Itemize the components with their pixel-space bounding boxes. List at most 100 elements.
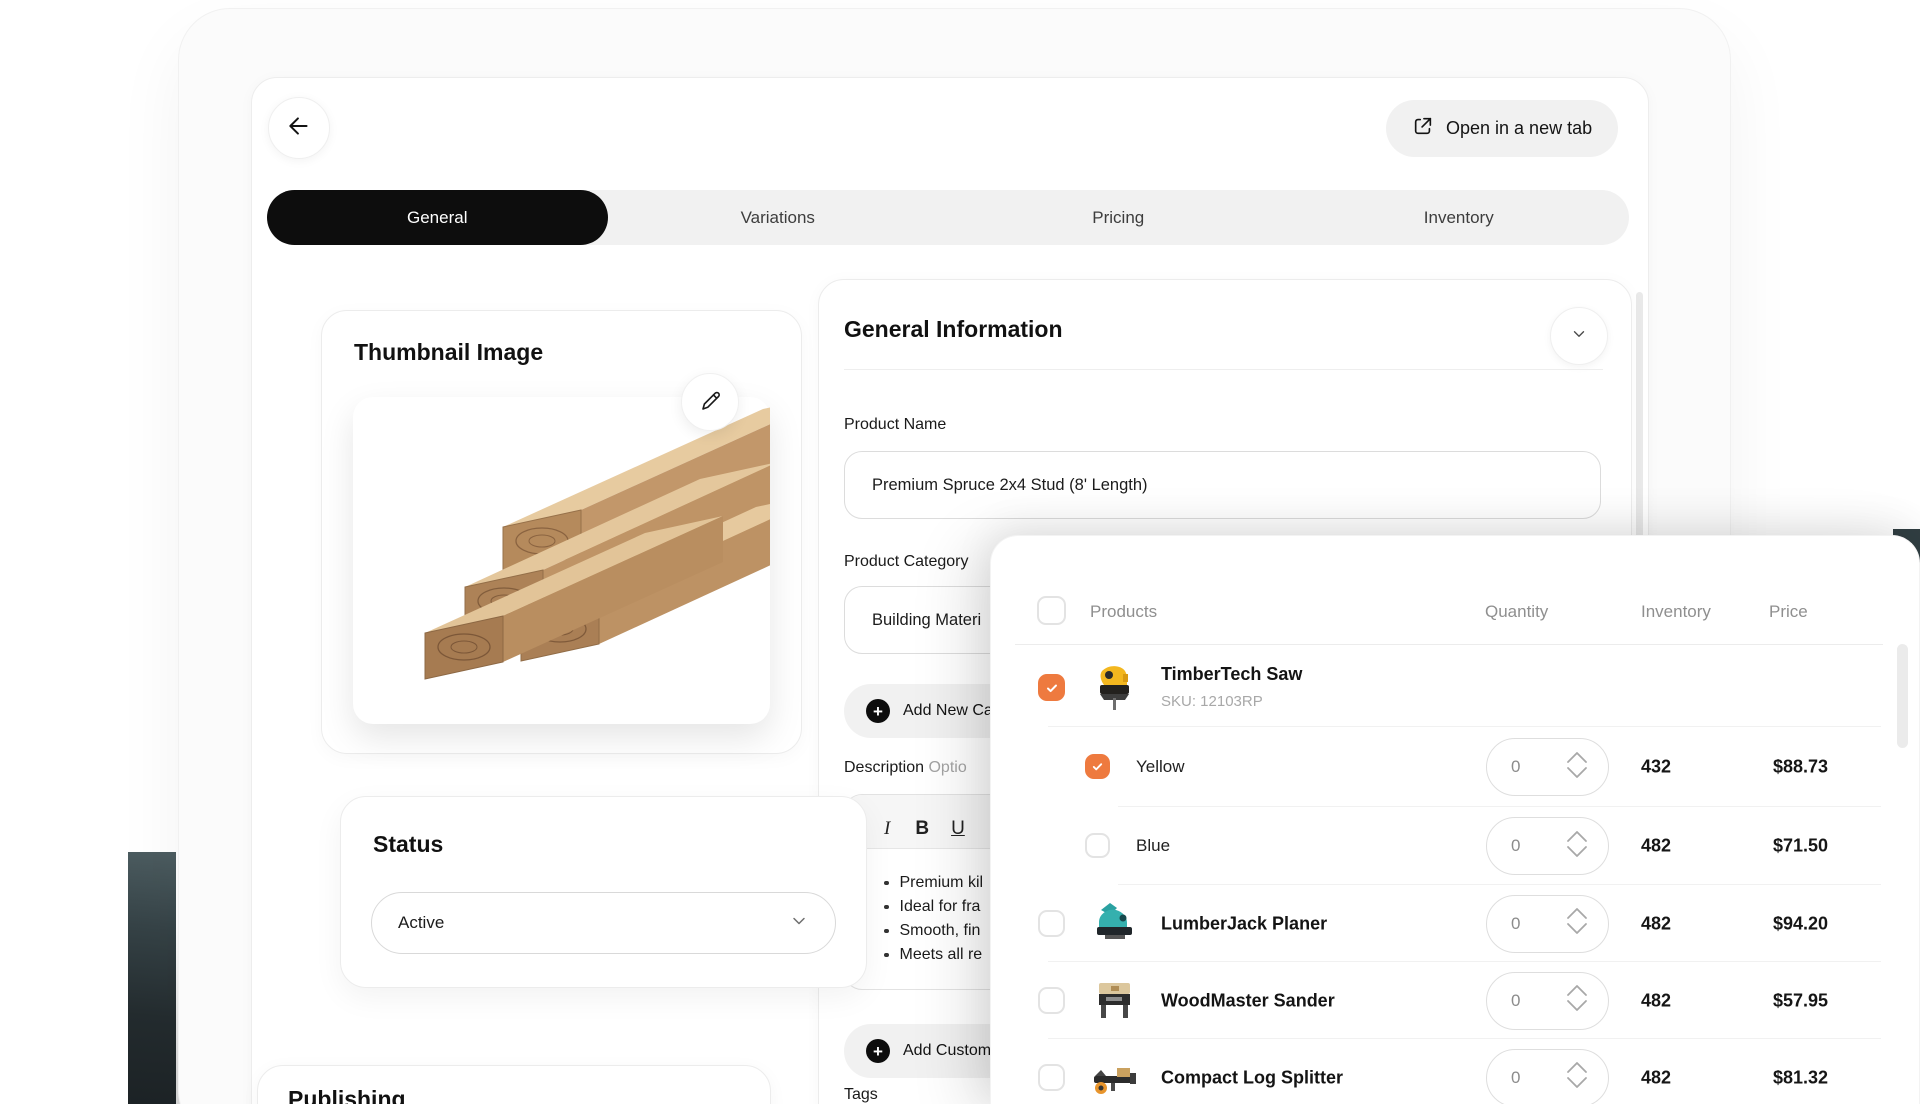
stepper-arrows-icon[interactable] xyxy=(1564,982,1590,1019)
optional-hint: Optio xyxy=(928,759,966,776)
row-checkbox[interactable] xyxy=(1038,674,1065,701)
stepper-arrows-icon[interactable] xyxy=(1564,1059,1590,1096)
chevron-down-icon xyxy=(789,911,809,936)
product-sku: SKU: 12103RP xyxy=(1161,693,1263,710)
product-image-jigsaw xyxy=(1087,660,1141,714)
divider xyxy=(844,369,1603,370)
quantity-value: 0 xyxy=(1511,1068,1520,1088)
variant-checkbox[interactable] xyxy=(1085,754,1110,779)
stepper-arrows-icon[interactable] xyxy=(1564,749,1590,786)
tab-general[interactable]: General xyxy=(267,190,608,245)
status-card: Status Active xyxy=(340,796,867,988)
price-value: $71.50 xyxy=(1773,836,1828,857)
row-checkbox[interactable] xyxy=(1038,1064,1065,1091)
check-icon xyxy=(1045,681,1059,695)
tab-variations[interactable]: Variations xyxy=(608,190,949,245)
back-button[interactable] xyxy=(268,97,330,159)
tab-inventory[interactable]: Inventory xyxy=(1289,190,1630,245)
tags-label: Tags xyxy=(844,1086,878,1104)
column-header-inventory: Inventory xyxy=(1641,602,1711,622)
general-information-title: General Information xyxy=(844,316,1063,343)
table-row: TimberTech Saw SKU: 12103RP xyxy=(991,648,1919,727)
quantity-value: 0 xyxy=(1511,757,1520,777)
stepper-arrows-icon[interactable] xyxy=(1564,905,1590,942)
products-panel: Products Quantity Inventory Price Timber… xyxy=(990,535,1920,1104)
plus-icon: + xyxy=(866,699,890,723)
screen: Open in a new tab General Variations Pri… xyxy=(0,0,1920,1104)
quantity-stepper[interactable]: 0 xyxy=(1486,972,1609,1030)
variant-checkbox[interactable] xyxy=(1085,833,1110,858)
inventory-value: 482 xyxy=(1641,990,1671,1011)
edit-thumbnail-button[interactable] xyxy=(681,373,739,431)
inventory-value: 432 xyxy=(1641,757,1671,778)
bold-button[interactable]: B xyxy=(915,819,929,838)
price-value: $81.32 xyxy=(1773,1067,1828,1088)
plus-icon: + xyxy=(866,1039,890,1063)
check-icon xyxy=(1091,760,1104,773)
quantity-value: 0 xyxy=(1511,914,1520,934)
add-custom-label: Add Custom xyxy=(903,1042,991,1060)
price-value: $88.73 xyxy=(1773,757,1828,778)
underline-button[interactable]: U xyxy=(951,819,965,838)
product-image-planer xyxy=(1087,896,1141,950)
product-name-input[interactable]: Premium Spruce 2x4 Stud (8' Length) xyxy=(844,451,1601,519)
lumber-stack-image xyxy=(353,397,770,724)
thumbnail-title: Thumbnail Image xyxy=(354,339,543,366)
select-all-checkbox[interactable] xyxy=(1037,596,1066,625)
status-value: Active xyxy=(398,913,444,933)
pencil-icon xyxy=(698,388,722,417)
product-category-value: Building Materi xyxy=(872,611,981,630)
product-image-log-splitter xyxy=(1087,1050,1141,1104)
product-name: Compact Log Splitter xyxy=(1161,1067,1343,1088)
inventory-value: 482 xyxy=(1641,913,1671,934)
column-header-quantity: Quantity xyxy=(1485,602,1548,622)
quantity-value: 0 xyxy=(1511,836,1520,856)
add-new-category-label: Add New Ca xyxy=(903,702,993,720)
table-row: Blue 0 482 $71.50 xyxy=(991,807,1919,885)
row-checkbox[interactable] xyxy=(1038,987,1065,1014)
product-category-label: Product Category xyxy=(844,553,969,571)
thumbnail-card: Thumbnail Image xyxy=(321,310,802,754)
quantity-stepper[interactable]: 0 xyxy=(1486,817,1609,875)
thumbnail-image xyxy=(353,397,770,724)
product-name: LumberJack Planer xyxy=(1161,913,1327,934)
collapse-section-button[interactable] xyxy=(1550,307,1608,365)
description-label: Description Optio xyxy=(844,759,967,777)
product-name: WoodMaster Sander xyxy=(1161,990,1335,1011)
status-title: Status xyxy=(373,831,443,858)
chevron-down-icon xyxy=(1570,325,1588,348)
table-row: WoodMaster Sander 0 482 $57.95 xyxy=(991,962,1919,1039)
table-row: Yellow 0 432 $88.73 xyxy=(991,727,1919,807)
publishing-title: Publishing xyxy=(288,1086,406,1104)
quantity-value: 0 xyxy=(1511,991,1520,1011)
inventory-value: 482 xyxy=(1641,1067,1671,1088)
product-name-value: Premium Spruce 2x4 Stud (8' Length) xyxy=(872,476,1148,495)
row-checkbox[interactable] xyxy=(1038,910,1065,937)
variant-name: Yellow xyxy=(1136,757,1185,777)
panel-scrollbar[interactable] xyxy=(1897,644,1908,748)
quantity-stepper[interactable]: 0 xyxy=(1486,1049,1609,1104)
quantity-stepper[interactable]: 0 xyxy=(1486,738,1609,796)
stepper-arrows-icon[interactable] xyxy=(1564,828,1590,865)
column-header-products: Products xyxy=(1090,602,1157,622)
background-photo-fragment-left xyxy=(128,852,176,1104)
status-select[interactable]: Active xyxy=(371,892,836,954)
tab-pricing[interactable]: Pricing xyxy=(948,190,1289,245)
italic-button[interactable]: I xyxy=(881,819,893,838)
publishing-card: Publishing xyxy=(257,1065,771,1104)
back-arrow-icon xyxy=(286,113,312,144)
product-image-sander xyxy=(1087,973,1141,1027)
quantity-stepper[interactable]: 0 xyxy=(1486,895,1609,953)
table-row: Compact Log Splitter 0 482 $81.32 xyxy=(991,1039,1919,1104)
variant-name: Blue xyxy=(1136,836,1170,856)
price-value: $94.20 xyxy=(1773,913,1828,934)
open-in-new-tab-button[interactable]: Open in a new tab xyxy=(1386,100,1618,157)
product-name: TimberTech Saw xyxy=(1161,664,1302,685)
column-header-price: Price xyxy=(1769,602,1808,622)
tab-bar: General Variations Pricing Inventory xyxy=(267,190,1629,245)
external-link-icon xyxy=(1412,115,1434,142)
price-value: $57.95 xyxy=(1773,990,1828,1011)
product-name-label: Product Name xyxy=(844,416,946,434)
divider xyxy=(1015,644,1883,645)
table-row: LumberJack Planer 0 482 $94.20 xyxy=(991,885,1919,962)
